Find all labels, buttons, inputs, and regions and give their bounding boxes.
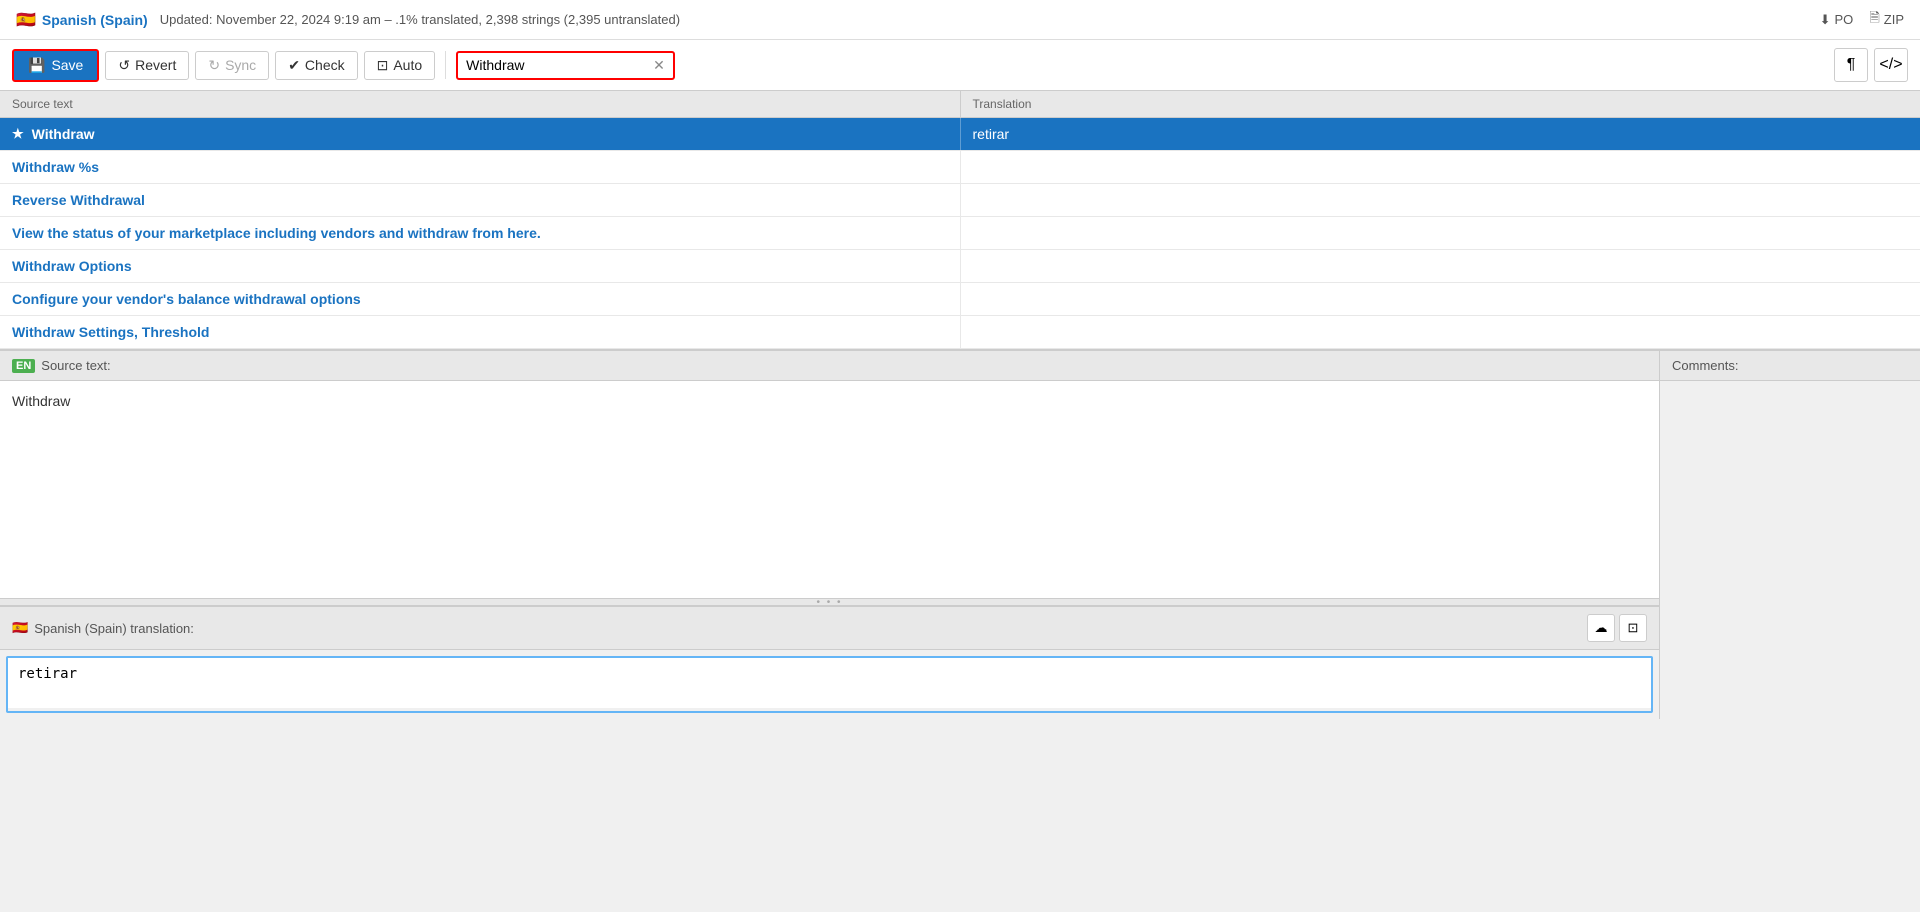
translation-section: 🇪🇸 Spanish (Spain) translation: ☁ ⊡: [0, 606, 1659, 719]
string-source-cell: Withdraw %s: [0, 151, 961, 183]
translation-flag: 🇪🇸: [12, 620, 28, 636]
header-right: ⬇ PO 🗎 ZIP: [1820, 9, 1904, 31]
upload-icon: ☁: [1595, 620, 1608, 636]
string-row[interactable]: Withdraw %s: [0, 151, 1920, 184]
source-text-content: Withdraw: [0, 381, 1659, 598]
source-panel: EN Source text: Withdraw • • • 🇪🇸 Spanis…: [0, 351, 1660, 719]
auto-button[interactable]: ⊡ Auto: [364, 51, 436, 80]
revert-label: Revert: [135, 57, 176, 73]
column-headers: Source text Translation: [0, 91, 1920, 118]
header-meta: Updated: November 22, 2024 9:19 am – .1%…: [160, 12, 680, 27]
translation-input-wrapper: [6, 656, 1653, 713]
string-row[interactable]: Withdraw retirar: [0, 118, 1920, 151]
string-source-text: Withdraw Options: [12, 258, 132, 274]
sync-label: Sync: [225, 57, 256, 73]
string-source-text: View the status of your marketplace incl…: [12, 225, 541, 241]
string-source-text: Reverse Withdrawal: [12, 192, 145, 208]
string-translation-cell: [961, 250, 1920, 282]
string-row[interactable]: Configure your vendor's balance withdraw…: [0, 283, 1920, 316]
string-translation-cell: [961, 151, 1920, 183]
string-translation-cell: [961, 217, 1920, 249]
sync-button[interactable]: ↻ Sync: [195, 51, 269, 80]
source-panel-label: Source text:: [41, 358, 110, 373]
check-label: Check: [305, 57, 345, 73]
source-panel-header: EN Source text:: [0, 351, 1659, 381]
pilcrow-button[interactable]: ¶: [1834, 48, 1868, 82]
save-button[interactable]: 💾 Save: [12, 49, 99, 82]
po-icon: ⬇: [1820, 12, 1831, 28]
string-row[interactable]: Withdraw Options: [0, 250, 1920, 283]
string-source-text: Withdraw %s: [12, 159, 99, 175]
zip-label: ZIP: [1884, 12, 1904, 27]
auto-icon: ⊡: [377, 57, 389, 74]
code-icon: </>: [1879, 56, 1902, 74]
en-badge: EN: [12, 359, 35, 373]
revert-icon: ↺: [118, 57, 130, 74]
toolbar-separator: [445, 51, 446, 79]
comments-label: Comments:: [1672, 358, 1738, 373]
search-clear-button[interactable]: ✕: [653, 57, 665, 74]
string-source-cell: Withdraw Settings, Threshold: [0, 316, 961, 348]
header-flag: 🇪🇸: [16, 10, 36, 30]
sync-icon: ↻: [208, 57, 220, 74]
translation-column-header: Translation: [961, 91, 1920, 117]
header-language: Spanish (Spain): [42, 12, 148, 28]
save-icon: 💾: [28, 57, 45, 74]
translation-label: Spanish (Spain) translation:: [34, 621, 194, 636]
header-left: 🇪🇸 Spanish (Spain) Updated: November 22,…: [16, 10, 680, 30]
string-translation-cell: retirar: [961, 118, 1920, 150]
zip-download-button[interactable]: 🗎 ZIP: [1869, 9, 1904, 31]
po-download-button[interactable]: ⬇ PO: [1820, 12, 1854, 28]
code-button[interactable]: </>: [1874, 48, 1908, 82]
translation-header: 🇪🇸 Spanish (Spain) translation: ☁ ⊡: [0, 607, 1659, 650]
source-column-header: Source text: [0, 91, 961, 117]
string-translation-cell: [961, 316, 1920, 348]
bottom-section: EN Source text: Withdraw • • • 🇪🇸 Spanis…: [0, 349, 1920, 719]
string-source-cell: Withdraw: [0, 118, 961, 150]
check-icon: ✔: [288, 57, 300, 74]
revert-button[interactable]: ↺ Revert: [105, 51, 189, 80]
comments-panel-header: Comments:: [1660, 351, 1920, 381]
top-header: 🇪🇸 Spanish (Spain) Updated: November 22,…: [0, 0, 1920, 40]
string-source-cell: Reverse Withdrawal: [0, 184, 961, 216]
string-row[interactable]: View the status of your marketplace incl…: [0, 217, 1920, 250]
check-button[interactable]: ✔ Check: [275, 51, 357, 80]
star-icon: [12, 126, 24, 142]
comments-panel: Comments:: [1660, 351, 1920, 719]
string-source-text: Withdraw: [32, 126, 95, 142]
string-source-cell: Withdraw Options: [0, 250, 961, 282]
translation-header-left: 🇪🇸 Spanish (Spain) translation:: [12, 620, 194, 636]
auto-translate-button[interactable]: ⊡: [1619, 614, 1647, 642]
zip-icon: 🗎: [1869, 9, 1879, 31]
string-row[interactable]: Withdraw Settings, Threshold: [0, 316, 1920, 349]
upload-translation-button[interactable]: ☁: [1587, 614, 1615, 642]
resize-handle[interactable]: • • •: [0, 598, 1659, 606]
search-input[interactable]: [466, 57, 647, 73]
string-row[interactable]: Reverse Withdrawal: [0, 184, 1920, 217]
po-label: PO: [1835, 12, 1854, 27]
string-source-cell: View the status of your marketplace incl…: [0, 217, 961, 249]
string-list: Withdraw retirar Withdraw %s Reverse Withdr…: [0, 118, 1920, 349]
pilcrow-icon: ¶: [1847, 56, 1856, 74]
save-label: Save: [51, 57, 83, 73]
string-source-text: Configure your vendor's balance withdraw…: [12, 291, 361, 307]
string-source-text: Withdraw Settings, Threshold: [12, 324, 209, 340]
search-box: ✕: [456, 51, 675, 80]
string-translation-cell: [961, 283, 1920, 315]
string-source-cell: Configure your vendor's balance withdraw…: [0, 283, 961, 315]
string-translation-cell: [961, 184, 1920, 216]
auto-label: Auto: [393, 57, 422, 73]
translation-header-right: ☁ ⊡: [1587, 614, 1647, 642]
robot-icon: ⊡: [1628, 620, 1639, 636]
translation-input[interactable]: [8, 658, 1651, 708]
source-panel-inner: EN Source text: Withdraw: [0, 351, 1659, 598]
toolbar: 💾 Save ↺ Revert ↻ Sync ✔ Check ⊡ Auto ✕ …: [0, 40, 1920, 91]
